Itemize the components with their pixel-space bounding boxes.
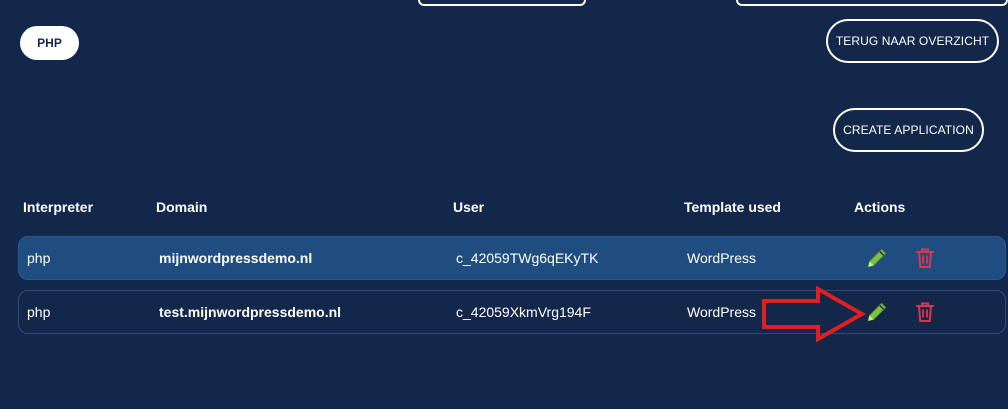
header-actions: Actions (854, 199, 906, 215)
header-user: User (453, 199, 485, 215)
top-button-left-edge[interactable] (418, 0, 586, 6)
header-template: Template used (684, 199, 781, 215)
trash-icon[interactable] (912, 245, 938, 271)
pencil-icon[interactable] (864, 245, 890, 271)
cell-template: WordPress (687, 304, 756, 320)
cell-user: c_42059TWg6qEKyTK (456, 250, 599, 266)
cell-interpreter: php (27, 304, 51, 320)
cell-interpreter: php (27, 250, 51, 266)
annotation-arrow-icon (762, 286, 866, 342)
back-to-overview-button[interactable]: TERUG NAAR OVERZICHT (826, 19, 999, 63)
cell-domain: test.mijnwordpressdemo.nl (159, 304, 342, 320)
header-interpreter: Interpreter (23, 199, 94, 215)
pencil-icon[interactable] (864, 299, 890, 325)
trash-icon[interactable] (912, 299, 938, 325)
cell-domain: mijnwordpressdemo.nl (159, 250, 313, 266)
create-application-button[interactable]: CREATE APPLICATION (833, 108, 984, 152)
table-row[interactable]: php mijnwordpressdemo.nl c_42059TWg6qEKy… (18, 236, 1006, 280)
tab-php[interactable]: PHP (20, 26, 79, 60)
top-button-right-edge[interactable] (736, 0, 1008, 6)
header-domain: Domain (156, 199, 208, 215)
cell-user: c_42059XkmVrg194F (456, 304, 591, 320)
cell-template: WordPress (687, 250, 756, 266)
